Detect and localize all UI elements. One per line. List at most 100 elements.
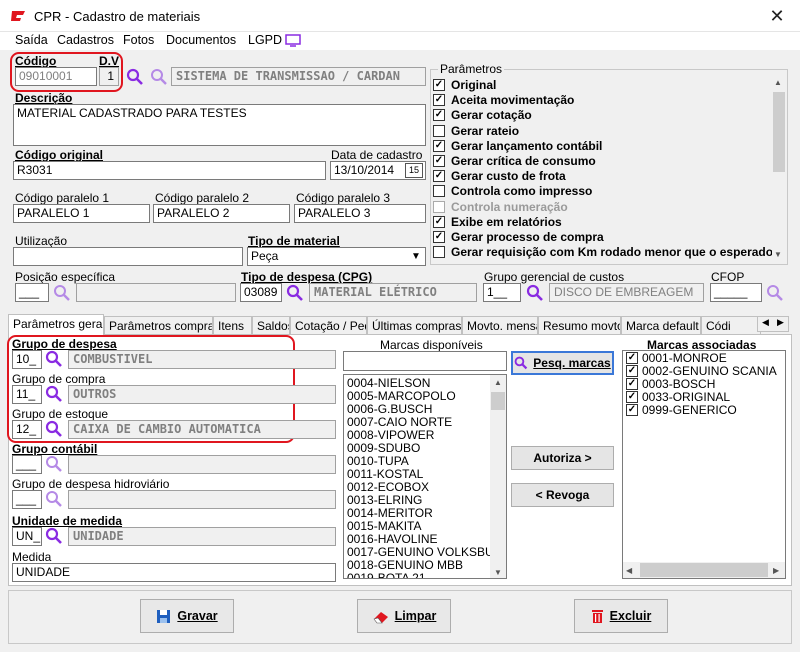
menu-fotos[interactable]: Fotos	[123, 33, 154, 47]
menu-documentos[interactable]: Documentos	[166, 33, 236, 47]
search-icon[interactable]	[286, 284, 304, 302]
chevron-right-icon[interactable]: ▶	[773, 317, 788, 331]
close-icon[interactable]: ✕	[766, 5, 788, 27]
search-icon[interactable]	[526, 284, 544, 302]
marcas-scrollbar[interactable]: ▲ ▼	[490, 375, 506, 578]
search-icon[interactable]	[766, 284, 784, 302]
descricao-field[interactable]: MATERIAL CADASTRADO PARA TESTES	[13, 104, 426, 146]
grupo-hidro-code[interactable]: ___	[12, 490, 42, 509]
utilizacao-field[interactable]	[13, 247, 243, 266]
checkbox[interactable]: ✓	[433, 155, 445, 167]
checkbox[interactable]: ✓	[626, 404, 638, 416]
paralelo1-label: Código paralelo 1	[15, 191, 110, 205]
posicao-field[interactable]: ___	[15, 283, 49, 302]
scroll-thumb[interactable]	[640, 563, 768, 577]
search-icon[interactable]	[126, 68, 144, 86]
search-icon[interactable]	[45, 490, 63, 508]
tab-scroll[interactable]: ◀ ▶	[757, 316, 789, 332]
checkbox[interactable]: ✓	[433, 231, 445, 243]
checkbox[interactable]: ✓	[433, 139, 445, 152]
medida-label: Medida	[12, 550, 52, 564]
checkbox[interactable]	[433, 185, 445, 198]
tab-strip: Parâmetros gerais Parâmetros compras Itens…	[8, 314, 792, 335]
monitor-icon[interactable]	[285, 34, 301, 47]
list-item-label: 0001-MONROE	[642, 351, 727, 365]
grupo-gerencial-code[interactable]: 1__	[483, 283, 521, 302]
menu-lgpd[interactable]: LGPD	[248, 33, 282, 47]
tipo-material-label: Tipo de material	[248, 234, 340, 248]
scroll-thumb[interactable]	[773, 92, 785, 172]
grupo-estoque-code[interactable]: 12_	[12, 420, 42, 439]
search-icon[interactable]	[53, 284, 71, 302]
tab-0[interactable]: Parâmetros gerais	[8, 314, 104, 335]
checkbox[interactable]: ✓	[433, 94, 445, 107]
tipo-despesa-name: MATERIAL ELÉTRICO	[309, 283, 477, 302]
paralelo2-field[interactable]: PARALELO 2	[153, 204, 290, 223]
checkbox[interactable]: ✓	[433, 170, 445, 183]
marcas-disponiveis-list[interactable]: 0004-NIELSON 0005-MARCOPOLO 0006-G.BUSCH 00…	[343, 374, 507, 579]
menu-cadastros[interactable]: Cadastros	[57, 33, 114, 47]
checkbox[interactable]: ✓	[626, 391, 638, 403]
trash-icon	[591, 610, 603, 623]
tab-9[interactable]: Códi	[701, 316, 761, 334]
tab-3[interactable]: Saldos	[252, 316, 290, 334]
pesq-marcas-button[interactable]: Pesq. marcas	[511, 351, 614, 375]
search-icon[interactable]	[150, 68, 168, 86]
grupo-compra-code[interactable]: 11_	[12, 385, 42, 404]
checkbox[interactable]	[433, 246, 445, 259]
paralelo1-field[interactable]: PARALELO 1	[13, 204, 150, 223]
list-item[interactable]: 0019-BOTA 21	[347, 572, 503, 579]
tab-8[interactable]: Marca default	[621, 316, 701, 334]
tipo-despesa-code[interactable]: 03089	[240, 283, 282, 302]
gravar-button[interactable]: Gravar	[140, 599, 234, 633]
search-icon[interactable]	[45, 385, 63, 403]
calendar-icon[interactable]: 15	[405, 163, 423, 178]
paralelo2-label: Código paralelo 2	[155, 191, 250, 205]
paralelo3-field[interactable]: PARALELO 3	[294, 204, 426, 223]
tab-2[interactable]: Itens	[213, 316, 252, 334]
grupo-compra-name: OUTROS	[68, 385, 336, 404]
limpar-button[interactable]: Limpar	[357, 599, 451, 633]
list-item[interactable]: ✓ 0999-GENERICO	[626, 404, 782, 417]
checkbox[interactable]: ✓	[626, 352, 638, 364]
list-item-label: 0003-BOSCH	[642, 377, 716, 391]
marcas-search-input[interactable]	[343, 351, 507, 371]
marcas-associadas-list[interactable]: ✓ 0001-MONROE ✓ 0002-GENUINO SCANIA ✓ 0003-BO…	[622, 350, 786, 579]
search-icon[interactable]	[45, 455, 63, 473]
list-item-label: 0999-GENERICO	[642, 403, 737, 417]
checkbox[interactable]: ✓	[433, 215, 445, 228]
tab-1[interactable]: Parâmetros compras	[104, 316, 213, 334]
tab-4[interactable]: Cotação / Pedido	[290, 316, 367, 334]
tab-7[interactable]: Resumo movto.	[538, 316, 621, 334]
chevron-down-icon[interactable]: ▼	[408, 249, 424, 264]
codigo-field[interactable]: 09010001	[15, 67, 97, 86]
checkbox[interactable]: ✓	[626, 365, 638, 377]
tipo-material-select[interactable]: Peça	[247, 247, 426, 266]
search-icon[interactable]	[45, 527, 63, 545]
h-scrollbar[interactable]: ◀ ▶	[623, 562, 785, 578]
grupo-despesa-code[interactable]: 10_	[12, 350, 42, 369]
codigo-original-field[interactable]: R3031	[13, 161, 326, 180]
tab-5[interactable]: Últimas compras	[367, 316, 462, 334]
app-logo-icon	[11, 11, 25, 21]
scroll-thumb[interactable]	[491, 392, 505, 410]
excluir-button[interactable]: Excluir	[574, 599, 668, 633]
unidade-code[interactable]: UN_	[12, 527, 42, 546]
autoriza-button[interactable]: Autoriza >	[511, 446, 614, 470]
grupo-contabil-code[interactable]: ___	[12, 455, 42, 474]
medida-field[interactable]: UNIDADE	[12, 563, 336, 582]
cfop-field[interactable]: _____	[710, 283, 762, 302]
chevron-left-icon[interactable]: ◀	[758, 317, 773, 331]
checkbox[interactable]	[433, 200, 445, 213]
search-icon[interactable]	[45, 350, 63, 368]
revoga-button[interactable]: < Revoga	[511, 483, 614, 507]
checkbox[interactable]	[433, 124, 445, 137]
menu-saida[interactable]: Saída	[15, 33, 48, 47]
checkbox[interactable]: ✓	[626, 378, 638, 390]
checkbox[interactable]: ✓	[433, 109, 445, 122]
search-icon[interactable]	[45, 420, 63, 438]
checkbox[interactable]: ✓	[433, 79, 445, 91]
tab-6[interactable]: Movto. mensal	[462, 316, 538, 334]
parametro-label: Aceita movimentação	[451, 93, 575, 108]
parametros-scrollbar[interactable]: ▲ ▼	[772, 78, 786, 263]
